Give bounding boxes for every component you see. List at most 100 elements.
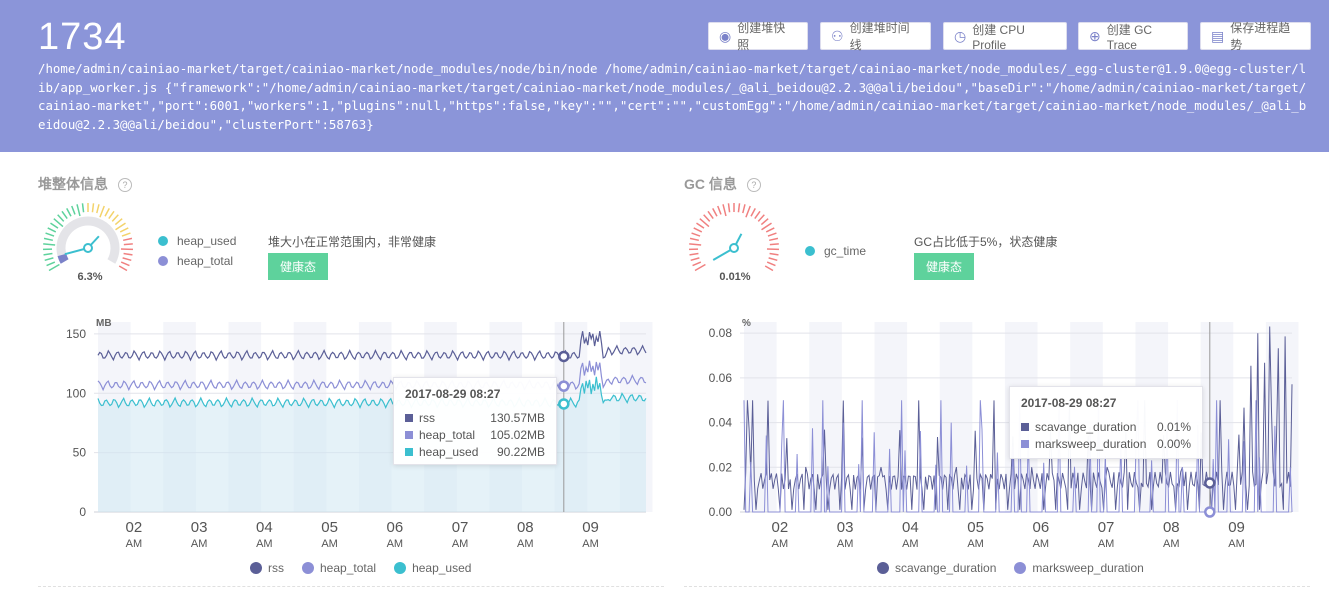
x-tick-sub: AM — [387, 538, 404, 550]
x-tick-label: 08 — [1163, 519, 1180, 536]
gauge-tick — [737, 203, 741, 213]
gauge-tick — [81, 203, 85, 213]
gauge-tick — [45, 232, 55, 237]
heap-tooltip: 2017-08-29 08:27 rss 130.57MB heap_total 1… — [393, 377, 557, 465]
x-tick-label: 04 — [256, 519, 273, 536]
gauge-tick — [760, 218, 769, 226]
gauge-tick — [696, 222, 705, 229]
gauge-tick — [123, 252, 133, 256]
divider — [684, 586, 1310, 587]
help-icon[interactable]: ? — [746, 178, 761, 193]
create-gc-trace-button[interactable]: ⊕ 创建 GC Trace — [1078, 22, 1188, 52]
x-tick-label: 03 — [191, 519, 208, 536]
gauge-pivot — [83, 243, 93, 253]
gauge-tick — [727, 203, 731, 213]
x-tick-sub: AM — [582, 538, 599, 550]
y-tick-label: 0.02 — [709, 460, 733, 474]
x-tick-label: 04 — [902, 519, 919, 536]
x-tick-sub: AM — [837, 538, 854, 550]
heap-gauge-value: 6.3% — [77, 271, 103, 283]
x-tick-sub: AM — [902, 538, 919, 550]
gauge-tick — [50, 222, 59, 229]
gauge-tick — [43, 237, 53, 242]
gauge-tick — [757, 214, 765, 222]
gauge-tick — [96, 204, 100, 214]
gauge-tick — [57, 214, 65, 222]
create-heap-timeline-button[interactable]: ⚇ 创建堆时间线 — [820, 21, 931, 52]
gauge-tick — [123, 243, 133, 246]
gauge-tick — [46, 261, 56, 267]
legend-item-heap-total[interactable]: heap_total — [302, 561, 376, 575]
cursor-marker-heap_used — [558, 398, 570, 410]
legend-item-marksweep[interactable]: marksweep_duration — [1014, 561, 1144, 575]
gauge-tick — [722, 204, 727, 217]
gauge-tick — [108, 210, 115, 220]
create-heap-snapshot-button[interactable]: ◉ 创建堆快照 — [708, 21, 808, 52]
tooltip-row: heap_total 105.02MB — [405, 426, 545, 443]
gauge-tick — [115, 222, 126, 231]
x-tick-sub: AM — [1163, 538, 1180, 550]
heap-chart[interactable]: 0 50 100 150 MB 02 AM 03 AM 04 AM 05 AM 06 AM 07 AM 08 AM 0… — [38, 312, 654, 552]
gauge-tick — [769, 252, 779, 256]
gauge-tick — [745, 205, 751, 218]
gauge-tick — [118, 265, 128, 272]
divider — [38, 586, 664, 587]
gauge-tick — [703, 214, 711, 222]
gauge-tick — [122, 257, 132, 262]
gc-health-badge: 健康态 — [914, 253, 975, 280]
cursor-marker-marksweep — [1204, 506, 1216, 518]
x-tick-label: 05 — [967, 519, 984, 536]
gc-tooltip: 2017-08-29 08:27 scavange_duration 0.01% … — [1009, 386, 1203, 459]
heap-chart-legend: rss heap_total heap_used — [250, 561, 489, 575]
x-tick-sub: AM — [1228, 538, 1245, 550]
legend-item-heap-used[interactable]: heap_used — [394, 561, 471, 575]
gauge-tick — [61, 210, 68, 220]
heap-section-title: 堆整体信息? — [38, 174, 132, 194]
gauge-tick — [48, 263, 60, 272]
process-id: 1734 — [38, 16, 127, 58]
x-tick-label: 09 — [1228, 519, 1245, 536]
gauge-tick — [750, 207, 756, 217]
x-tick-sub: AM — [1033, 538, 1050, 550]
gc-gauge-value: 0.01% — [719, 271, 751, 283]
y-tick-label: 0.08 — [709, 326, 733, 340]
heap-health-badge: 健康态 — [268, 253, 329, 280]
y-tick-label: 0.06 — [709, 371, 733, 385]
y-tick-label: 100 — [66, 386, 86, 400]
chart-band — [744, 322, 777, 512]
gauge-tick — [66, 207, 72, 217]
y-tick-label: 0 — [79, 505, 86, 519]
gauge-tick — [690, 257, 700, 262]
x-tick-label: 05 — [321, 519, 338, 536]
cursor-marker-scavange — [1204, 477, 1216, 489]
gauge-tick — [44, 257, 54, 262]
gc-status-text: GC占比低于5%，状态健康 — [914, 235, 1058, 249]
document-icon: ▤ — [1211, 27, 1225, 44]
x-tick-sub: AM — [517, 538, 534, 550]
gauge-tick — [764, 265, 774, 272]
gauge-tick — [99, 205, 105, 218]
x-tick-label: 09 — [582, 519, 599, 536]
crosshair-icon: ⊕ — [1089, 27, 1101, 44]
gauge-tick — [119, 227, 129, 233]
gauge-tick — [754, 210, 761, 220]
create-cpu-profile-button[interactable]: ◷ 创建 CPU Profile — [943, 22, 1067, 52]
gc-chart-legend: scavange_duration marksweep_duration — [877, 561, 1162, 575]
gauge-tick — [76, 204, 81, 217]
gauge-tick — [765, 227, 775, 233]
save-process-trend-button[interactable]: ▤ 保存进程趋势 — [1200, 21, 1311, 52]
y-tick-label: 50 — [73, 446, 87, 460]
x-tick-sub: AM — [967, 538, 984, 550]
x-tick-sub: AM — [1098, 538, 1115, 550]
gauge-tick — [114, 218, 123, 226]
heap-legend-used: heap_used — [158, 234, 236, 248]
help-icon[interactable]: ? — [118, 178, 132, 193]
x-tick-label: 07 — [1098, 519, 1115, 536]
x-tick-label: 03 — [837, 519, 854, 536]
legend-item-scavange[interactable]: scavange_duration — [877, 561, 996, 575]
legend-item-rss[interactable]: rss — [250, 561, 284, 575]
gauge-tick — [689, 243, 702, 246]
cursor-marker-heap_total — [558, 380, 570, 392]
y-tick-label: 150 — [66, 327, 86, 341]
gc-chart[interactable]: 0.00 0.02 0.04 0.06 0.08% 02 AM 03 AM 04 AM 05 AM 06 A… — [684, 312, 1300, 552]
